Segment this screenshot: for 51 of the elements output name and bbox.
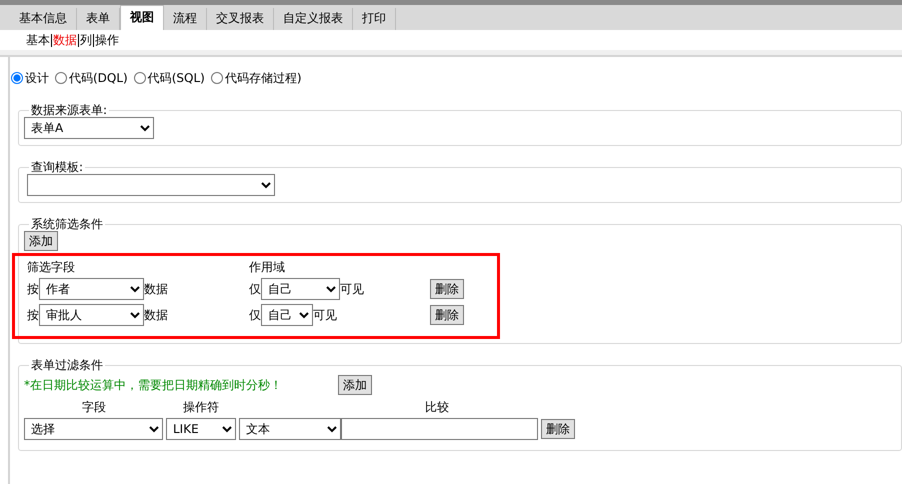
row-text: 可见 — [313, 308, 338, 323]
fieldset-legend: 表单过滤条件 — [29, 358, 105, 372]
column-header: 筛选字段 — [27, 260, 76, 275]
sub-tab[interactable]: 基本 — [25, 34, 52, 47]
row-text: 仅 — [249, 308, 261, 323]
row-text: 仅 — [249, 282, 261, 297]
dropdown[interactable]: LIKE — [166, 418, 236, 440]
dropdown[interactable]: 审批人 — [39, 304, 144, 326]
radio-button[interactable] — [55, 72, 67, 84]
sub-tab[interactable]: 列 — [79, 34, 94, 47]
tab[interactable]: 交叉报表 — [207, 8, 274, 30]
dropdown[interactable]: 文本 — [239, 418, 341, 440]
sub-tab[interactable]: 操作 — [94, 34, 120, 47]
row-text: 按 — [27, 282, 39, 297]
delete-button[interactable]: 删除 — [430, 279, 464, 300]
radio-button[interactable] — [210, 72, 223, 84]
tab[interactable]: 基本信息 — [10, 8, 77, 30]
fieldset-legend: 数据来源表单: — [29, 103, 110, 118]
column-header: 操作符 — [182, 400, 220, 415]
delete-button[interactable]: 删除 — [430, 305, 464, 326]
dropdown[interactable]: 自己 — [261, 278, 340, 300]
radio-label[interactable]: 代码存储过程) — [224, 71, 302, 86]
row-text: 数据 — [144, 308, 169, 323]
warning-note: *在日期比较运算中，需要把日期精确到时分秒！ — [24, 378, 282, 393]
row-text: 可见 — [340, 282, 365, 297]
fieldset-legend: 系统筛选条件 — [29, 217, 105, 232]
row-text: 数据 — [144, 282, 169, 297]
column-header: 作用域 — [249, 260, 285, 275]
dropdown[interactable] — [27, 174, 275, 196]
add-button[interactable]: 添加 — [24, 231, 58, 252]
add-button[interactable]: 添加 — [338, 375, 372, 396]
tab[interactable]: 视图 — [120, 5, 164, 30]
text-input[interactable] — [341, 418, 538, 440]
column-header: 字段 — [81, 400, 107, 415]
tab[interactable]: 打印 — [353, 8, 396, 30]
radio-label[interactable]: 代码(SQL) — [148, 71, 205, 86]
row-text: 按 — [27, 308, 39, 323]
dropdown[interactable]: 表单A — [24, 117, 154, 140]
tab[interactable]: 自定义报表 — [274, 8, 353, 30]
radio-label[interactable]: 代码(DQL) — [69, 71, 128, 86]
column-header: 比较 — [424, 400, 450, 415]
delete-button[interactable]: 删除 — [541, 419, 575, 440]
tab[interactable]: 流程 — [164, 8, 207, 30]
radio-label[interactable]: 设计 — [25, 71, 49, 86]
fieldset-legend: 查询模板: — [29, 160, 86, 174]
dropdown[interactable]: 自己 — [261, 304, 313, 326]
radio-button[interactable] — [11, 72, 23, 84]
dropdown[interactable]: 选择 — [24, 418, 163, 440]
dropdown[interactable]: 作者 — [39, 278, 144, 300]
sub-tab[interactable]: 数据 — [52, 34, 79, 47]
radio-button[interactable] — [134, 72, 146, 84]
